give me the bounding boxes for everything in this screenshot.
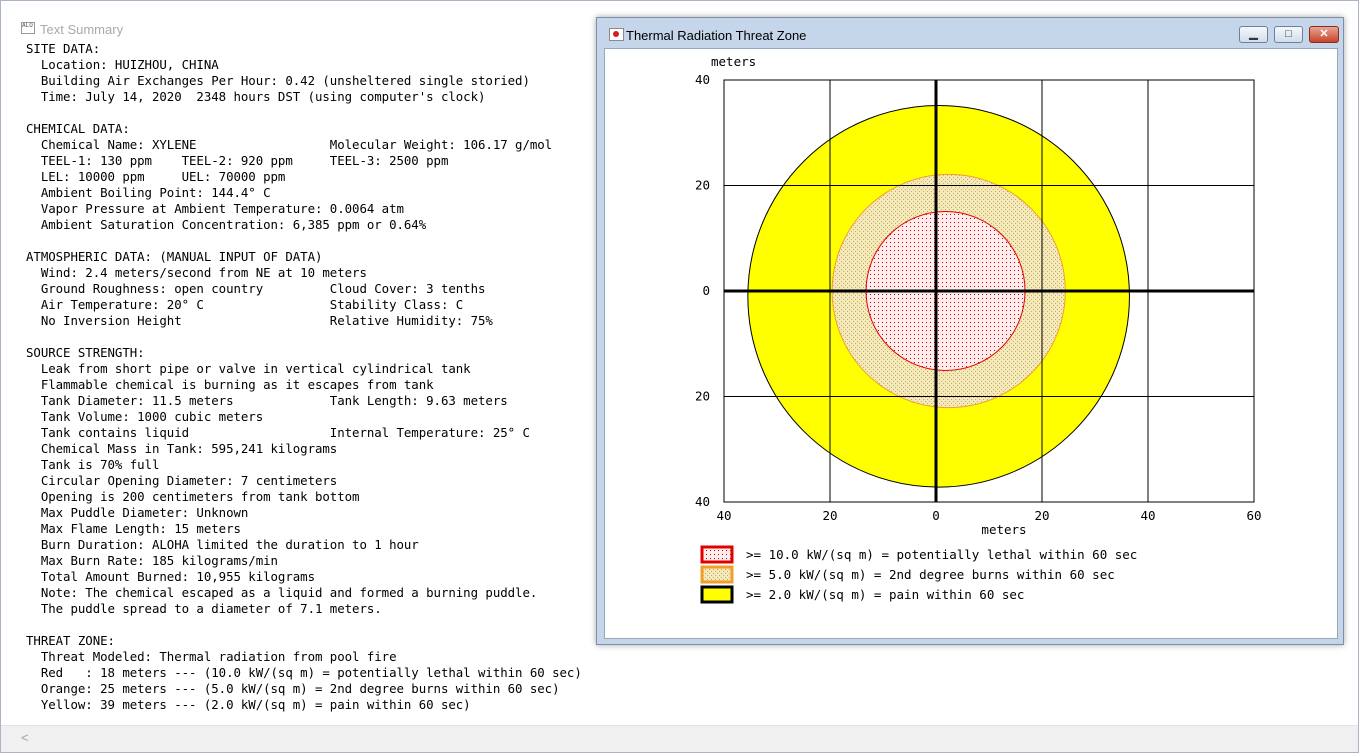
summary-line: Yellow: 39 meters --- (2.0 kW/(sq m) = p… [26, 697, 471, 712]
y-tick-label: 0 [702, 283, 710, 298]
summary-text-body: SITE DATA: Location: HUIZHOU, CHINA Buil… [26, 41, 582, 713]
close-icon: ✕ [1319, 28, 1329, 40]
summary-line [26, 105, 582, 121]
summary-line: Max Flame Length: 15 meters [26, 521, 241, 536]
summary-line: Max Burn Rate: 185 kilograms/min [26, 553, 278, 568]
summary-line: The puddle spread to a diameter of 7.1 m… [26, 601, 382, 616]
summary-line [26, 233, 582, 249]
summary-line: Burn Duration: ALOHA limited the duratio… [26, 537, 419, 552]
legend-label-orange: >= 5.0 kW/(sq m) = 2nd degree burns with… [746, 567, 1115, 582]
summary-line: Chemical Mass in Tank: 595,241 kilograms [26, 441, 338, 456]
y-axis-title: meters [711, 54, 756, 69]
threat-zone-window[interactable]: Thermal Radiation Threat Zone ▁ □ ✕ 40 2… [596, 17, 1344, 645]
summary-line: Total Amount Burned: 10,955 kilograms [26, 569, 315, 584]
y-tick-label: 40 [695, 494, 710, 509]
summary-line: SOURCE STRENGTH: [26, 345, 145, 360]
fire-app-icon [609, 28, 624, 41]
legend-swatch-yellow [700, 585, 734, 604]
summary-line: Max Puddle Diameter: Unknown [26, 505, 249, 520]
summary-line: Red : 18 meters --- (10.0 kW/(sq m) = po… [26, 665, 582, 680]
summary-line: Building Air Exchanges Per Hour: 0.42 (u… [26, 73, 530, 88]
minimize-icon: ▁ [1249, 28, 1258, 40]
summary-line: CHEMICAL DATA: [26, 121, 130, 136]
threat-zone-window-title: Thermal Radiation Threat Zone [626, 28, 807, 43]
app-icon: ALO [21, 22, 35, 34]
maximize-icon: □ [1285, 28, 1292, 40]
x-tick-label: 40 [716, 508, 731, 523]
summary-line: Ground Roughness: open country Cloud Cov… [26, 281, 486, 296]
legend-swatch-orange [700, 565, 734, 584]
horizontal-scrollbar[interactable]: < [1, 725, 1358, 752]
summary-line: ATMOSPHERIC DATA: (MANUAL INPUT OF DATA) [26, 249, 323, 264]
x-tick-label: 20 [822, 508, 837, 523]
minimize-button[interactable]: ▁ [1239, 26, 1268, 43]
summary-line: SITE DATA: [26, 41, 101, 56]
summary-line: Opening is 200 centimeters from tank bot… [26, 489, 360, 504]
summary-line: Tank Volume: 1000 cubic meters [26, 409, 264, 424]
x-tick-label: 0 [932, 508, 940, 523]
summary-line: Ambient Boiling Point: 144.4° C [26, 185, 271, 200]
summary-line: LEL: 10000 ppm UEL: 70000 ppm [26, 169, 286, 184]
summary-line: Orange: 25 meters --- (5.0 kW/(sq m) = 2… [26, 681, 560, 696]
summary-line: Tank Diameter: 11.5 meters Tank Length: … [26, 393, 508, 408]
summary-line: Tank contains liquid Internal Temperatur… [26, 425, 530, 440]
y-tick-label: 20 [695, 178, 710, 193]
summary-line: No Inversion Height Relative Humidity: 7… [26, 313, 493, 328]
threat-zone-titlebar[interactable]: Thermal Radiation Threat Zone ▁ □ ✕ [597, 18, 1343, 48]
legend-label-red: >= 10.0 kW/(sq m) = potentially lethal w… [746, 547, 1137, 562]
summary-line [26, 617, 582, 633]
threat-zone-chart: 40 20 0 20 40 40 20 0 20 40 60 meters meters >= 10.0 … [695, 54, 1262, 604]
x-tick-label: 40 [1140, 508, 1155, 523]
summary-line: Tank is 70% full [26, 457, 160, 472]
summary-line: Ambient Saturation Concentration: 6,385 … [26, 217, 427, 232]
summary-line: Wind: 2.4 meters/second from NE at 10 me… [26, 265, 367, 280]
summary-line: Circular Opening Diameter: 7 centimeters [26, 473, 338, 488]
summary-line: Location: HUIZHOU, CHINA [26, 57, 219, 72]
summary-line: Vapor Pressure at Ambient Temperature: 0… [26, 201, 404, 216]
y-tick-label: 20 [695, 389, 710, 404]
threat-zone-plot-area: 40 20 0 20 40 40 20 0 20 40 60 meters meters >= 10.0 … [604, 48, 1338, 639]
y-tick-label: 40 [695, 72, 710, 87]
summary-line: TEEL-1: 130 ppm TEEL-2: 920 ppm TEEL-3: … [26, 153, 449, 168]
x-tick-label: 20 [1034, 508, 1049, 523]
x-axis-title: meters [981, 522, 1026, 537]
summary-line: THREAT ZONE: [26, 633, 115, 648]
summary-line: Time: July 14, 2020 2348 hours DST (usin… [26, 89, 486, 104]
legend-swatch-red [700, 545, 734, 564]
summary-line: Note: The chemical escaped as a liquid a… [26, 585, 538, 600]
summary-line: Air Temperature: 20° C Stability Class: … [26, 297, 464, 312]
maximize-button[interactable]: □ [1274, 26, 1303, 43]
scroll-left-arrow-icon[interactable]: < [21, 730, 29, 745]
summary-window-title: Text Summary [40, 22, 124, 37]
summary-line: Threat Modeled: Thermal radiation from p… [26, 649, 397, 664]
summary-line: Chemical Name: XYLENE Molecular Weight: … [26, 137, 553, 152]
legend-label-yellow: >= 2.0 kW/(sq m) = pain within 60 sec [746, 587, 1024, 602]
summary-line [26, 329, 582, 345]
summary-line: Flammable chemical is burning as it esca… [26, 377, 434, 392]
close-button[interactable]: ✕ [1309, 26, 1339, 43]
x-tick-label: 60 [1246, 508, 1261, 523]
summary-line: Leak from short pipe or valve in vertica… [26, 361, 471, 376]
